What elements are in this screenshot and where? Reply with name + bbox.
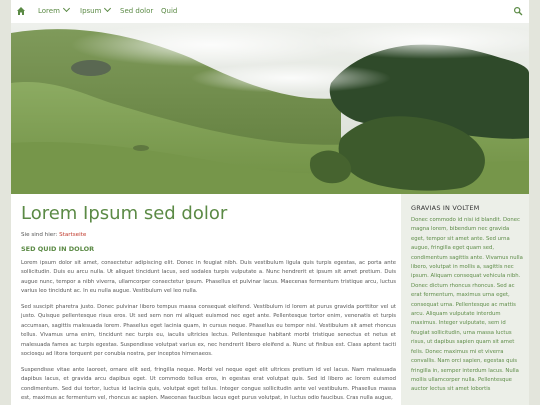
page: Lorem Ipsum Sed dolor Quid Lorem Ipsum s…: [11, 0, 529, 405]
home-icon[interactable]: [16, 6, 26, 16]
nav-item-lorem[interactable]: Lorem: [38, 0, 70, 23]
breadcrumb-prefix: Sie sind hier:: [21, 232, 58, 238]
top-navbar: Lorem Ipsum Sed dolor Quid: [11, 0, 529, 24]
chevron-down-icon: [104, 4, 112, 13]
page-title: Lorem Ipsum sed dolor: [21, 203, 228, 224]
breadcrumb: Sie sind hier: Startseite: [21, 232, 86, 238]
nav-item-label: Ipsum: [80, 7, 102, 15]
nav-item-sed-dolor[interactable]: Sed dolor: [120, 0, 153, 23]
hero-image: [11, 23, 529, 194]
sidebar-title: GRAVIAS IN VOLTEM: [411, 204, 480, 212]
nav-item-label: Lorem: [38, 7, 60, 15]
body-paragraph: Suspendisse vitae ante laoreet, ornare e…: [21, 367, 396, 402]
sidebar-text: Donec commodo id nisi id blandit. Donec …: [411, 217, 523, 393]
nav-item-quid[interactable]: Quid: [161, 0, 177, 23]
nav-item-label: Sed dolor: [120, 7, 154, 15]
nav-item-label: Quid: [161, 7, 178, 15]
breadcrumb-link-home[interactable]: Startseite: [59, 232, 86, 238]
nav-item-ipsum[interactable]: Ipsum: [80, 0, 112, 23]
section-heading: SED QUID IN DOLOR: [21, 245, 95, 253]
sidebar: GRAVIAS IN VOLTEM Donec commodo id nisi …: [401, 194, 529, 405]
body-paragraph: Lorem ipsum dolor sit amet, consectetur …: [21, 260, 396, 295]
chevron-down-icon: [62, 4, 70, 13]
body-paragraph: Sed suscipit pharetra justo. Donec pulvi…: [21, 304, 396, 358]
search-icon[interactable]: [513, 6, 523, 16]
